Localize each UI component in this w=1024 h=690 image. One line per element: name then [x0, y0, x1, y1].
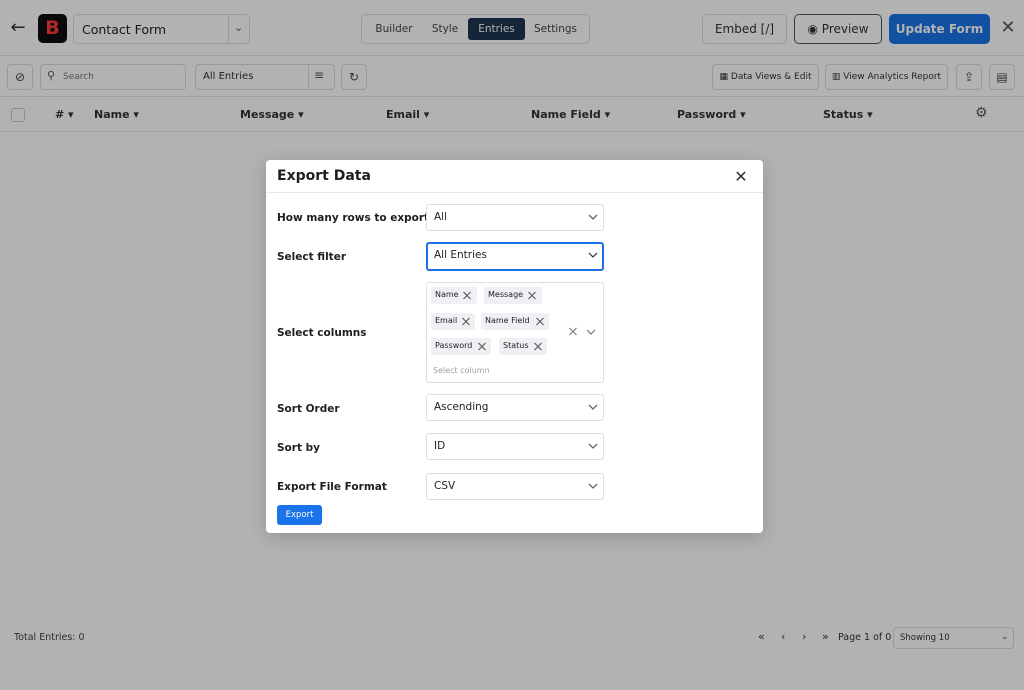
chevron-down-icon[interactable]: [585, 326, 597, 338]
remove-chip-icon[interactable]: [477, 341, 487, 352]
column-chip-password: Password: [431, 338, 491, 355]
close-icon[interactable]: ✕: [733, 168, 749, 186]
remove-chip-icon[interactable]: [461, 316, 471, 327]
column-chip-name-field: Name Field: [481, 313, 549, 330]
column-chip-email: Email: [431, 313, 475, 330]
chevron-down-icon: [588, 443, 598, 449]
chevron-down-icon: [588, 483, 598, 489]
sort-by-select[interactable]: ID: [426, 433, 604, 460]
format-value: CSV: [434, 480, 456, 492]
remove-chip-icon[interactable]: [462, 290, 472, 301]
sort-order-label: Sort Order: [277, 403, 340, 415]
clear-icon[interactable]: [568, 326, 578, 337]
export-data-modal: Export Data ✕ How many rows to export Al…: [266, 160, 763, 533]
chevron-down-icon: [588, 214, 598, 220]
remove-chip-icon[interactable]: [533, 341, 543, 352]
sort-by-value: ID: [434, 440, 446, 452]
chevron-down-icon: [588, 404, 598, 410]
chevron-down-icon: [588, 252, 598, 258]
modal-title: Export Data: [277, 168, 371, 184]
modal-header: Export Data ✕: [266, 160, 763, 193]
columns-placeholder: Select column: [433, 366, 490, 375]
rows-value: All: [434, 211, 448, 223]
format-select[interactable]: CSV: [426, 473, 604, 500]
filter-select[interactable]: All Entries: [426, 242, 604, 271]
rows-select[interactable]: All: [426, 204, 604, 231]
column-chip-message: Message: [484, 287, 542, 304]
sort-order-value: Ascending: [434, 401, 489, 413]
column-chip-name: Name: [431, 287, 477, 304]
filter-value: All Entries: [434, 249, 487, 261]
sort-by-label: Sort by: [277, 442, 320, 454]
format-label: Export File Format: [277, 481, 387, 493]
columns-label: Select columns: [277, 327, 367, 339]
remove-chip-icon[interactable]: [527, 290, 537, 301]
rows-label: How many rows to export: [277, 212, 430, 224]
remove-chip-icon[interactable]: [535, 316, 545, 327]
column-chip-status: Status: [499, 338, 547, 355]
columns-multiselect[interactable]: Name Message Email Name Field Password S…: [426, 282, 604, 383]
export-button[interactable]: Export: [277, 505, 322, 525]
sort-order-select[interactable]: Ascending: [426, 394, 604, 421]
filter-label: Select filter: [277, 251, 347, 263]
